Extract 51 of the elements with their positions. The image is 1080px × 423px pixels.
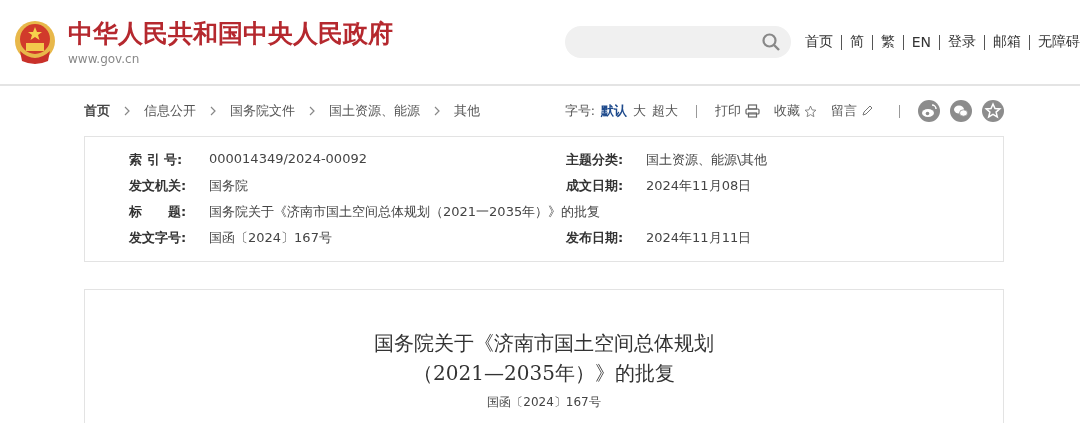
field-value: 2024年11月08日 [646, 177, 752, 195]
font-size-option[interactable]: 默认 [601, 102, 627, 120]
field-label: 发文机关: [129, 177, 188, 195]
star-icon[interactable] [982, 100, 1004, 122]
field-value: 国务院 [209, 177, 248, 195]
field-value: 国函〔2024〕167号 [209, 229, 332, 247]
search-icon[interactable] [760, 32, 781, 52]
wechat-icon[interactable] [950, 100, 972, 122]
breadcrumb-link[interactable]: 国务院文件 [230, 102, 295, 120]
pencil-icon[interactable] [861, 105, 873, 117]
nav-link[interactable]: 首页 [804, 33, 833, 51]
field-value: 国务院关于《济南市国土空间总体规划（2021一2035年）》的批复 [209, 203, 601, 221]
field-value: 000014349/2024-00092 [209, 151, 367, 168]
breadcrumb-link[interactable]: 其他 [454, 102, 480, 120]
chevron-icon [309, 106, 315, 116]
breadcrumb-link[interactable]: 首页 [84, 102, 110, 120]
weibo-icon[interactable] [918, 100, 940, 122]
font-size-option[interactable]: 超大 [652, 102, 678, 120]
star-icon[interactable] [804, 104, 817, 118]
document-number: 国函〔2024〕167号 [487, 394, 601, 411]
field-label: 成文日期: [566, 177, 625, 195]
chevron-icon [124, 106, 130, 116]
site-title[interactable]: 中华人民共和国中央人民政府 [68, 18, 393, 49]
font-size-label: 字号: [564, 102, 595, 120]
site-url: www.gov.cn [68, 51, 141, 66]
field-label: 标 题: [129, 203, 188, 221]
nav-link[interactable]: 繁 [880, 33, 895, 51]
document-title: 国务院关于《济南市国土空间总体规划 [374, 330, 714, 357]
action-link[interactable]: 留言 [831, 102, 857, 120]
breadcrumb-link[interactable]: 信息公开 [144, 102, 196, 120]
printer-icon[interactable] [745, 104, 760, 118]
action-link[interactable]: 打印 [715, 102, 741, 120]
breadcrumb-link[interactable]: 国土资源、能源 [329, 102, 420, 120]
nav-link[interactable]: 简 [849, 33, 864, 51]
nav-link[interactable]: 邮箱 [993, 33, 1021, 51]
document-title: （2021—2035年）》的批复 [413, 360, 675, 387]
font-size-option[interactable]: 大 [633, 102, 646, 120]
chevron-icon [210, 106, 216, 116]
field-value: 国土资源、能源\其他 [646, 151, 768, 169]
field-label: 索 引 号: [129, 151, 184, 169]
emblem-icon [12, 19, 58, 65]
field-value: 2024年11月11日 [646, 229, 752, 247]
field-label: 发布日期: [566, 229, 625, 247]
field-label: 主题分类: [566, 151, 625, 169]
field-label: 发文字号: [129, 229, 188, 247]
chevron-icon [434, 106, 440, 116]
action-link[interactable]: 收藏 [774, 102, 800, 120]
nav-link[interactable]: EN [911, 34, 931, 50]
nav-link[interactable]: 登录 [948, 33, 976, 51]
search-field[interactable] [564, 26, 791, 58]
nav-link[interactable]: 无障碍 [1038, 33, 1080, 51]
